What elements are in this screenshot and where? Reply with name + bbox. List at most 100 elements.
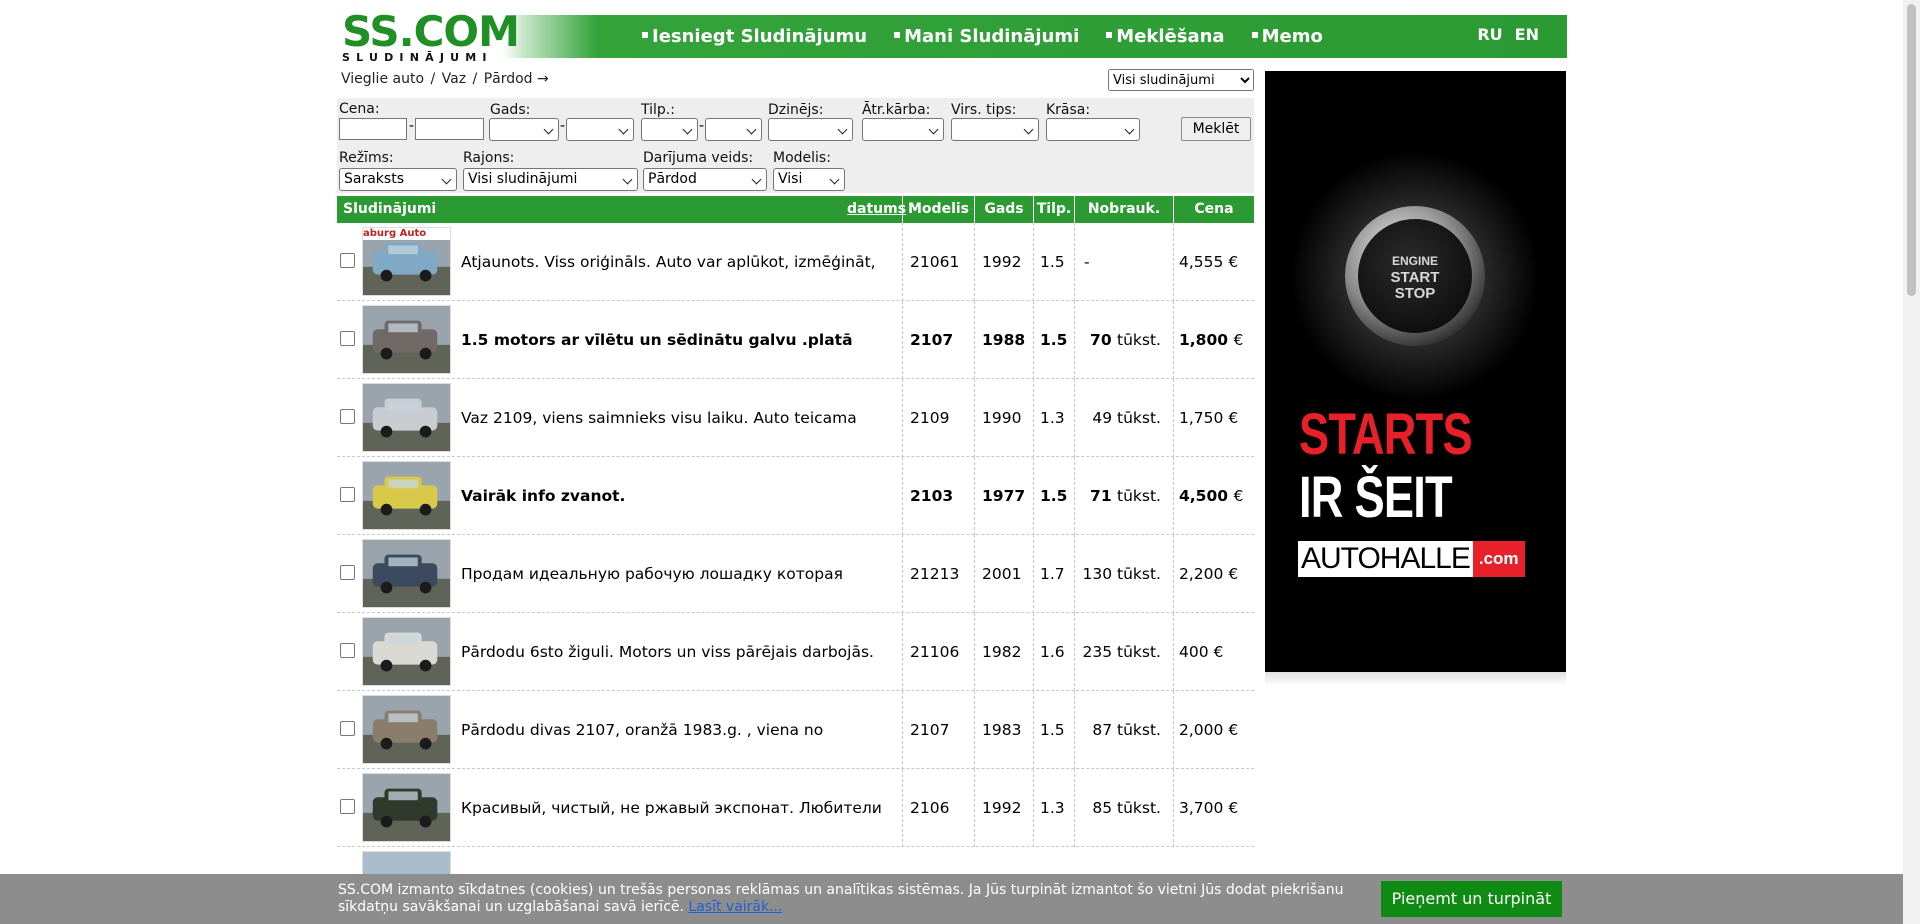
ad-thumbnail[interactable] xyxy=(362,305,451,374)
page-scrollbar[interactable] xyxy=(1903,0,1920,924)
cell-mileage: 49 tūkst. xyxy=(1092,409,1161,427)
period-select[interactable]: Visi sludinājumi xyxy=(1108,69,1254,91)
cookie-read-more-link[interactable]: Lasīt vairāk... xyxy=(688,899,782,915)
breadcrumb-sell[interactable]: Pārdod xyxy=(484,71,533,87)
language-switcher: RU EN xyxy=(1477,25,1539,44)
row-checkbox[interactable] xyxy=(340,721,355,736)
year-to-select[interactable] xyxy=(566,118,634,141)
car-photo-icon xyxy=(363,774,450,841)
cell-model: 2107 xyxy=(910,721,950,739)
cell-model: 21106 xyxy=(910,643,960,661)
ad-thumbnail[interactable] xyxy=(362,617,451,686)
cell-mileage: 70 tūkst. xyxy=(1090,331,1161,349)
row-checkbox[interactable] xyxy=(340,487,355,502)
table-row[interactable]: Vaz 2109, viens saimnieks visu laiku. Au… xyxy=(337,379,1254,457)
table-row[interactable]: Красивый, чистый, не ржавый экспонат. Лю… xyxy=(337,769,1254,847)
cell-model: 2109 xyxy=(910,409,950,427)
ad-thumbnail[interactable] xyxy=(362,773,451,842)
ad-title-link[interactable]: Pārdodu divas 2107, oranžā 1983.g. , vie… xyxy=(461,691,886,769)
ad-title-link[interactable]: Красивый, чистый, не ржавый экспонат. Лю… xyxy=(461,769,886,847)
ad-thumbnail[interactable] xyxy=(362,695,451,764)
nav-submit-ad[interactable]: Iesniegt Sludinājumu xyxy=(642,26,867,47)
row-checkbox[interactable] xyxy=(340,253,355,268)
table-row[interactable]: Pārdodu divas 2107, oranžā 1983.g. , vie… xyxy=(337,691,1254,769)
gearbox-select[interactable] xyxy=(862,118,944,141)
cell-volume: 1.5 xyxy=(1040,253,1065,271)
volume-label: Tilp.: xyxy=(641,102,675,118)
svg-text:START: START xyxy=(1391,269,1440,286)
lang-en-link[interactable]: EN xyxy=(1515,25,1539,44)
nav-memo[interactable]: Memo xyxy=(1251,26,1323,47)
cell-mileage: 130 tūkst. xyxy=(1082,565,1162,583)
region-select[interactable]: Visi sludinājumi xyxy=(463,168,638,191)
row-checkbox[interactable] xyxy=(340,409,355,424)
model-select[interactable]: Visi xyxy=(773,168,845,191)
thumbnail-caption: aburg Auto xyxy=(363,228,450,240)
row-checkbox[interactable] xyxy=(340,799,355,814)
ad-title-link[interactable]: Продам идеальную рабочую лошадку которая xyxy=(461,535,886,613)
cell-mileage: 235 tūkst. xyxy=(1082,643,1162,661)
body-type-select[interactable] xyxy=(951,118,1039,141)
ad-title-link[interactable]: Atjaunots. Viss oriģināls. Auto var aplū… xyxy=(461,223,886,301)
table-row[interactable]: 1.5 motors ar vīlētu un sēdinātu galvu .… xyxy=(337,301,1254,379)
cell-model: 21213 xyxy=(910,565,960,583)
square-bullet-icon xyxy=(1251,32,1258,38)
year-from-select[interactable] xyxy=(489,118,559,141)
nav-search[interactable]: Meklēšana xyxy=(1106,26,1225,47)
ads-table: Sludinājumi datums Modelis Gads Tilp. No… xyxy=(337,196,1254,881)
banner-headline-1: STARTS xyxy=(1299,402,1473,467)
ad-banner[interactable]: ENGINE START STOP STARTS IR ŠEIT AUTOHAL… xyxy=(1265,71,1566,672)
price-min-input[interactable] xyxy=(339,118,407,140)
cell-price: 1,800 € xyxy=(1179,331,1244,349)
ad-thumbnail[interactable] xyxy=(362,461,451,530)
scrollbar-thumb[interactable] xyxy=(1907,4,1916,296)
site-logo[interactable]: SS.COM SLUDINĀJUMI xyxy=(342,11,520,64)
main-nav: Iesniegt Sludinājumu Mani Sludinājumi Me… xyxy=(642,15,1350,58)
search-button[interactable]: Meklēt xyxy=(1181,117,1251,141)
header-volume[interactable]: Tilp. xyxy=(1034,196,1074,223)
header-mileage[interactable]: Nobrauk. xyxy=(1075,196,1173,223)
volume-from-select[interactable] xyxy=(641,118,698,141)
row-checkbox[interactable] xyxy=(340,643,355,658)
cell-year: 1988 xyxy=(982,331,1026,349)
header-price[interactable]: Cena xyxy=(1174,196,1254,223)
cell-year: 1992 xyxy=(982,253,1022,271)
ad-title-link[interactable]: Vairāk info zvanot. xyxy=(461,457,886,535)
cookie-consent-bar: SS.COM izmanto sīkdatnes (cookies) un tr… xyxy=(0,874,1920,924)
ad-thumbnail[interactable] xyxy=(362,539,451,608)
ad-thumbnail[interactable]: aburg Auto xyxy=(362,227,451,296)
header-year[interactable]: Gads xyxy=(975,196,1033,223)
table-row[interactable]: aburg Auto Atjaunots. Viss oriģināls. Aut… xyxy=(337,223,1254,301)
table-row[interactable]: Продам идеальную рабочую лошадку которая… xyxy=(337,535,1254,613)
cell-model: 2107 xyxy=(910,331,954,349)
engine-select[interactable] xyxy=(768,118,853,141)
row-checkbox[interactable] xyxy=(340,331,355,346)
mode-select[interactable]: Saraksts xyxy=(339,168,457,191)
cookie-text: SS.COM izmanto sīkdatnes (cookies) un tr… xyxy=(338,882,1368,916)
arrow-right-icon: → xyxy=(537,71,549,87)
breadcrumb-vaz[interactable]: Vaz xyxy=(442,71,466,87)
ad-title-link[interactable]: Pārdodu 6sto žiguli. Motors un viss pārē… xyxy=(461,613,886,691)
table-row[interactable]: Vairāk info zvanot. 2103 1977 1.5 71 tūkst. 4… xyxy=(337,457,1254,535)
price-max-input[interactable] xyxy=(415,118,484,140)
header-date-sort[interactable]: datums xyxy=(847,196,906,223)
ad-thumbnail[interactable] xyxy=(362,383,451,452)
nav-my-ads[interactable]: Mani Sludinājumi xyxy=(894,26,1079,47)
cookie-accept-button[interactable]: Pieņemt un turpināt xyxy=(1381,881,1562,917)
ad-title-link[interactable]: Vaz 2109, viens saimnieks visu laiku. Au… xyxy=(461,379,886,457)
table-row[interactable]: Pārdodu 6sto žiguli. Motors un viss pārē… xyxy=(337,613,1254,691)
model-label: Modelis: xyxy=(773,150,831,166)
cell-mileage: 87 tūkst. xyxy=(1092,721,1161,739)
deal-type-select[interactable]: Pārdod xyxy=(643,168,767,191)
cell-price: 400 € xyxy=(1179,643,1224,661)
lang-ru-link[interactable]: RU xyxy=(1477,25,1502,44)
color-select[interactable] xyxy=(1046,118,1140,141)
volume-to-select[interactable] xyxy=(705,118,762,141)
header-model[interactable]: Modelis xyxy=(903,196,974,223)
cell-mileage: 71 tūkst. xyxy=(1090,487,1161,505)
deal-type-label: Darījuma veids: xyxy=(643,150,754,166)
ad-title-link[interactable]: 1.5 motors ar vīlētu un sēdinātu galvu .… xyxy=(461,301,886,379)
breadcrumb-cars[interactable]: Vieglie auto xyxy=(341,71,424,87)
row-checkbox[interactable] xyxy=(340,565,355,580)
cell-price: 2,200 € xyxy=(1179,565,1239,583)
